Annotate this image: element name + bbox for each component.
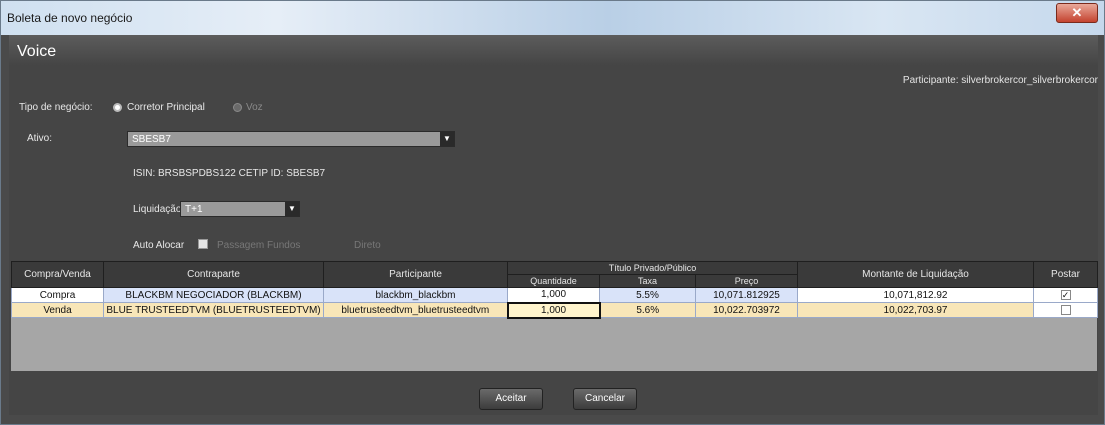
radio-corretor-principal[interactable]	[113, 103, 122, 112]
option-voz-label[interactable]: Voz	[246, 102, 263, 113]
header-post[interactable]: Postar	[1033, 261, 1098, 288]
header-counterparty[interactable]: Contraparte	[103, 261, 324, 288]
title-bar[interactable]: Boleta de novo negócio ✕	[1, 1, 1104, 35]
page-title: Voice	[17, 43, 57, 60]
cell-quantity[interactable]: 1,000	[507, 287, 600, 303]
table-row[interactable]: Compra BLACKBM NEGOCIADOR (BLACKBM) blac…	[11, 287, 1098, 303]
participant-label: Participante: silverbrokercor_silverbrok…	[902, 75, 1098, 86]
table-row[interactable]: Venda BLUE TRUSTEEDTVM (BLUETRUSTEEDTVM)…	[11, 301, 1098, 319]
auto-allocate-label: Auto Alocar	[133, 240, 185, 251]
isin-label: ISIN: BRSBSPDBS122 CETIP ID: SBESB7	[133, 168, 326, 179]
accept-button[interactable]: Aceitar	[479, 388, 543, 410]
asset-label: Ativo:	[27, 133, 53, 144]
cell-amount[interactable]: 10,071,812.92	[797, 287, 1034, 303]
header-price[interactable]: Preço	[695, 274, 798, 288]
asset-value: SBESB7	[132, 134, 171, 145]
header-rate[interactable]: Taxa	[599, 274, 696, 288]
close-button[interactable]: ✕	[1056, 3, 1098, 23]
cell-rate[interactable]: 5.5%	[599, 287, 696, 303]
cell-side[interactable]: Venda	[11, 302, 104, 318]
settlement-combo[interactable]: T+1 ▼	[180, 201, 300, 217]
header-participant[interactable]: Participante	[323, 261, 508, 288]
auto-allocate-checkbox[interactable]	[198, 239, 208, 249]
asset-combo[interactable]: SBESB7 ▼	[127, 131, 455, 147]
cell-rate[interactable]: 5.6%	[599, 302, 696, 318]
settlement-value: T+1	[185, 204, 203, 215]
window-title: Boleta de novo negócio	[7, 11, 133, 25]
cancel-button[interactable]: Cancelar	[573, 388, 637, 410]
cell-price[interactable]: 10,022.703972	[695, 302, 798, 318]
option-corretor-principal-label[interactable]: Corretor Principal	[127, 102, 205, 113]
header-title-group: Título Privado/Público	[507, 261, 798, 275]
new-deal-window: Boleta de novo negócio ✕ Voice Participa…	[0, 0, 1105, 425]
deal-table: Compra/Venda Contraparte Participante Tí…	[11, 261, 1098, 371]
cell-price[interactable]: 10,071.812925	[695, 287, 798, 303]
post-checkbox[interactable]: ✓	[1060, 289, 1071, 300]
header-side[interactable]: Compra/Venda	[11, 261, 104, 288]
post-checkbox[interactable]	[1060, 304, 1071, 315]
deal-type-label: Tipo de negócio:	[19, 102, 93, 113]
header-amount[interactable]: Montante de Liquidação	[797, 261, 1034, 288]
direto-button[interactable]: Direto	[354, 240, 381, 251]
cell-participant[interactable]: bluetrusteedtvm_bluetrusteedtvm	[323, 302, 508, 318]
passagem-fundos-button[interactable]: Passagem Fundos	[217, 240, 300, 251]
cell-post[interactable]	[1033, 302, 1098, 318]
voice-panel: Voice Participante: silverbrokercor_silv…	[9, 35, 1098, 415]
cell-amount[interactable]: 10,022,703.97	[797, 302, 1034, 318]
cell-counterparty[interactable]: BLUE TRUSTEEDTVM (BLUETRUSTEEDTVM)	[103, 302, 324, 318]
cell-post[interactable]: ✓	[1033, 287, 1098, 303]
cell-counterparty[interactable]: BLACKBM NEGOCIADOR (BLACKBM)	[103, 287, 324, 303]
cell-side[interactable]: Compra	[11, 287, 104, 303]
chevron-down-icon[interactable]: ▼	[285, 202, 299, 216]
header-quantity[interactable]: Quantidade	[507, 274, 600, 288]
chevron-down-icon[interactable]: ▼	[440, 132, 454, 146]
radio-voz[interactable]	[233, 103, 242, 112]
cell-quantity-editing[interactable]: 1,000	[506, 301, 601, 319]
cell-participant[interactable]: blackbm_blackbm	[323, 287, 508, 303]
settlement-label: Liquidação:	[133, 204, 185, 215]
